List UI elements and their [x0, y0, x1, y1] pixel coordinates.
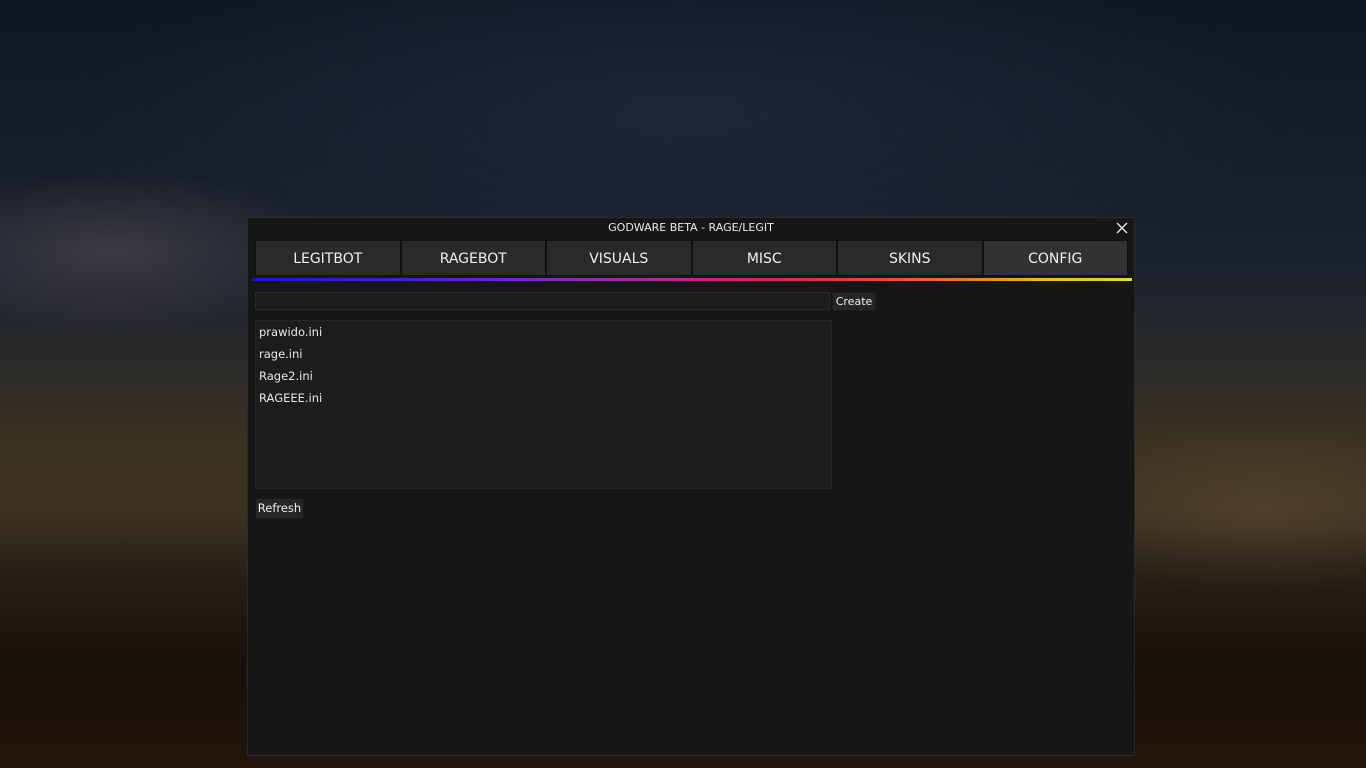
tab-visuals[interactable]: VISUALS: [546, 240, 692, 276]
tab-ragebot[interactable]: RAGEBOT: [400, 240, 546, 276]
config-name-input[interactable]: [255, 292, 830, 310]
cheat-menu-window: GODWARE BETA - RAGE/LEGIT LEGITBOT RAGEB…: [247, 217, 1135, 756]
list-item[interactable]: prawido.ini: [256, 321, 831, 343]
accent-rainbow-bar: [252, 278, 1132, 281]
list-item[interactable]: rage.ini: [256, 343, 831, 365]
tab-config[interactable]: CONFIG: [982, 240, 1128, 276]
tab-misc[interactable]: MISC: [691, 240, 837, 276]
window-titlebar[interactable]: GODWARE BETA - RAGE/LEGIT: [248, 218, 1134, 238]
list-item[interactable]: Rage2.ini: [256, 365, 831, 387]
refresh-button[interactable]: Refresh: [255, 498, 304, 519]
list-item[interactable]: RAGEEE.ini: [256, 387, 831, 409]
tab-bar: LEGITBOT RAGEBOT VISUALS MISC SKINS CONF…: [255, 240, 1128, 276]
tab-skins[interactable]: SKINS: [837, 240, 983, 276]
close-icon: [1116, 222, 1128, 234]
create-button[interactable]: Create: [832, 292, 876, 311]
close-button[interactable]: [1113, 219, 1131, 237]
window-title: GODWARE BETA - RAGE/LEGIT: [608, 221, 774, 234]
config-file-list[interactable]: prawido.ini rage.ini Rage2.ini RAGEEE.in…: [255, 320, 832, 489]
tab-legitbot[interactable]: LEGITBOT: [255, 240, 401, 276]
